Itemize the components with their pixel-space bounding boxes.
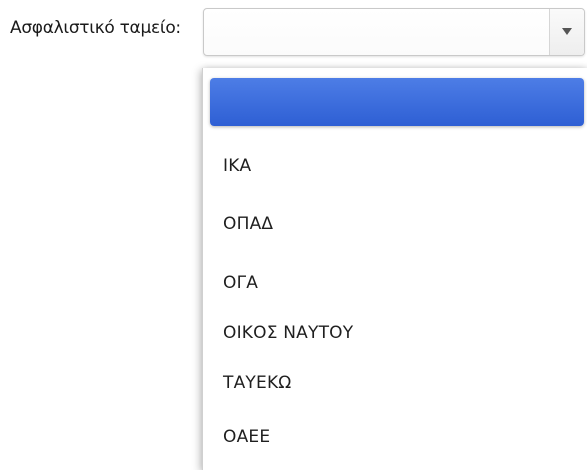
- dropdown-option-empty-highlighted[interactable]: [210, 78, 584, 126]
- chevron-down-icon: [562, 28, 572, 35]
- dropdown-list: ΙΚΑ ΟΠΑΔ ΟΓΑ ΟΙΚΟΣ ΝΑΥΤΟΥ ΤΑΥΕΚΩ ΟΑΕΕ: [202, 68, 587, 470]
- dropdown-option-oikos-naftou[interactable]: ΟΙΚΟΣ ΝΑΥΤΟΥ: [223, 323, 353, 343]
- insurance-fund-select[interactable]: [203, 8, 585, 56]
- insurance-fund-label: Ασφαλιστικό ταμείο:: [10, 18, 181, 38]
- dropdown-option-oga[interactable]: ΟΓΑ: [223, 273, 258, 293]
- dropdown-option-tayeko[interactable]: ΤΑΥΕΚΩ: [223, 373, 291, 393]
- dropdown-toggle-button[interactable]: [549, 9, 584, 55]
- dropdown-option-ika[interactable]: ΙΚΑ: [223, 156, 251, 176]
- dropdown-option-oaee[interactable]: ΟΑΕΕ: [223, 427, 270, 447]
- dropdown-option-opad[interactable]: ΟΠΑΔ: [223, 214, 273, 234]
